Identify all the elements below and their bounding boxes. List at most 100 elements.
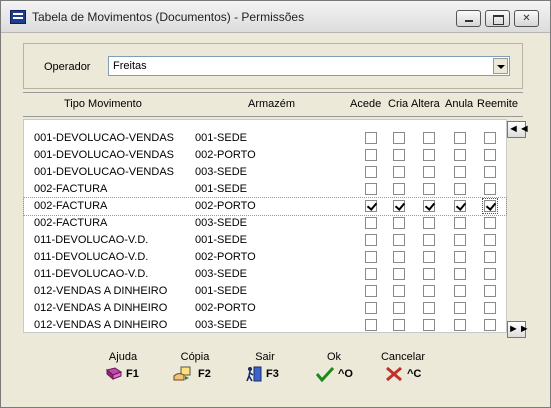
- checkbox-acede[interactable]: [365, 234, 377, 246]
- chevron-down-icon[interactable]: [493, 58, 508, 74]
- minimize-icon: [457, 11, 480, 26]
- checkbox-cria[interactable]: [393, 149, 405, 161]
- checkbox-anula[interactable]: [454, 149, 466, 161]
- permissions-window: Tabela de Movimentos (Documentos) - Perm…: [0, 0, 551, 408]
- checkmark-icon: [316, 366, 334, 382]
- checkbox-cria[interactable]: [393, 302, 405, 314]
- checkbox-cria[interactable]: [393, 251, 405, 263]
- copy-button[interactable]: Cópia F2: [163, 351, 227, 387]
- cell-armazem: 002-PORTO: [195, 251, 256, 263]
- checkbox-anula[interactable]: [454, 200, 466, 212]
- checkbox-acede[interactable]: [365, 200, 377, 212]
- checkbox-anula[interactable]: [454, 319, 466, 331]
- cell-armazem: 001-SEDE: [195, 132, 247, 144]
- checkbox-reemite[interactable]: [484, 234, 496, 246]
- scroll-down-button[interactable]: ►►: [507, 321, 530, 338]
- book-icon: [105, 367, 123, 381]
- checkbox-reemite[interactable]: [484, 166, 496, 178]
- ok-button[interactable]: Ok ^O: [302, 351, 366, 387]
- scroll-up-button[interactable]: ◄◄: [507, 121, 530, 138]
- checkbox-altera[interactable]: [423, 302, 435, 314]
- checkbox-cria[interactable]: [393, 234, 405, 246]
- checkbox-reemite[interactable]: [482, 198, 498, 214]
- checkbox-cria[interactable]: [393, 285, 405, 297]
- checkbox-acede[interactable]: [365, 285, 377, 297]
- table-row[interactable]: 001-DEVOLUCAO-VENDAS 002-PORTO: [24, 147, 506, 164]
- checkbox-altera[interactable]: [423, 132, 435, 144]
- checkbox-altera[interactable]: [423, 149, 435, 161]
- checkbox-altera[interactable]: [423, 234, 435, 246]
- checkbox-acede[interactable]: [365, 302, 377, 314]
- checkbox-anula[interactable]: [454, 268, 466, 280]
- checkbox-altera[interactable]: [423, 251, 435, 263]
- table-row[interactable]: 012-VENDAS A DINHEIRO 002-PORTO: [24, 300, 506, 317]
- checkbox-reemite[interactable]: [484, 285, 496, 297]
- checkbox-cria[interactable]: [393, 200, 405, 212]
- checkbox-cria[interactable]: [393, 268, 405, 280]
- checkbox-reemite[interactable]: [484, 132, 496, 144]
- checkbox-acede[interactable]: [365, 149, 377, 161]
- checkbox-acede[interactable]: [365, 319, 377, 331]
- checkbox-altera[interactable]: [423, 217, 435, 229]
- checkbox-altera[interactable]: [423, 166, 435, 178]
- checkbox-reemite[interactable]: [484, 149, 496, 161]
- checkbox-acede[interactable]: [365, 183, 377, 195]
- checkbox-cria[interactable]: [393, 319, 405, 331]
- checkbox-acede[interactable]: [365, 132, 377, 144]
- table-row[interactable]: 002-FACTURA 001-SEDE: [24, 181, 506, 198]
- checkbox-cria[interactable]: [393, 132, 405, 144]
- table-row[interactable]: 002-FACTURA 003-SEDE: [24, 215, 506, 232]
- operator-select[interactable]: Freitas: [108, 56, 510, 76]
- checkbox-cria[interactable]: [393, 166, 405, 178]
- checkbox-anula[interactable]: [454, 183, 466, 195]
- checkbox-cria[interactable]: [393, 217, 405, 229]
- help-button[interactable]: Ajuda F1: [91, 351, 155, 387]
- checkbox-altera[interactable]: [423, 183, 435, 195]
- checkbox-altera[interactable]: [423, 285, 435, 297]
- checkbox-reemite[interactable]: [484, 319, 496, 331]
- checkbox-anula[interactable]: [454, 234, 466, 246]
- checkbox-acede[interactable]: [365, 217, 377, 229]
- checkbox-altera[interactable]: [423, 268, 435, 280]
- checkbox-acede[interactable]: [365, 268, 377, 280]
- table-row[interactable]: 001-DEVOLUCAO-VENDAS 001-SEDE: [24, 130, 506, 147]
- table-row[interactable]: 012-VENDAS A DINHEIRO 001-SEDE: [24, 283, 506, 300]
- checkbox-anula[interactable]: [454, 217, 466, 229]
- cell-armazem: 001-SEDE: [195, 285, 247, 297]
- exit-label: Sair: [255, 351, 275, 363]
- checkbox-altera[interactable]: [423, 319, 435, 331]
- cancel-button[interactable]: Cancelar ^C: [371, 351, 435, 387]
- checkbox-anula[interactable]: [454, 132, 466, 144]
- cancel-shortcut: ^C: [407, 368, 422, 380]
- header-cria: Cria: [388, 98, 409, 110]
- checkbox-cria[interactable]: [393, 183, 405, 195]
- table-row[interactable]: 001-DEVOLUCAO-VENDAS 003-SEDE: [24, 164, 506, 181]
- checkbox-anula[interactable]: [454, 302, 466, 314]
- table-row[interactable]: 011-DEVOLUCAO-V.D. 001-SEDE: [24, 232, 506, 249]
- checkbox-reemite[interactable]: [484, 302, 496, 314]
- cell-tipo-movimento: 001-DEVOLUCAO-VENDAS: [34, 132, 174, 144]
- close-button[interactable]: ✕: [514, 10, 539, 27]
- checkbox-anula[interactable]: [454, 285, 466, 297]
- close-icon: ✕: [522, 13, 531, 24]
- maximize-button[interactable]: [485, 10, 510, 27]
- table-row[interactable]: 011-DEVOLUCAO-V.D. 002-PORTO: [24, 249, 506, 266]
- table-row[interactable]: 012-VENDAS A DINHEIRO 003-SEDE: [24, 317, 506, 334]
- cell-armazem: 001-SEDE: [195, 234, 247, 246]
- checkbox-altera[interactable]: [423, 200, 435, 212]
- cell-tipo-movimento: 002-FACTURA: [34, 217, 108, 229]
- checkbox-acede[interactable]: [365, 166, 377, 178]
- checkbox-reemite[interactable]: [484, 183, 496, 195]
- checkbox-anula[interactable]: [454, 166, 466, 178]
- checkbox-reemite[interactable]: [484, 251, 496, 263]
- checkbox-reemite[interactable]: [484, 217, 496, 229]
- minimize-button[interactable]: [456, 10, 481, 27]
- table-row[interactable]: 011-DEVOLUCAO-V.D. 003-SEDE: [24, 266, 506, 283]
- table-row[interactable]: 002-FACTURA 002-PORTO: [23, 197, 507, 216]
- cell-armazem: 002-PORTO: [195, 302, 256, 314]
- checkbox-reemite[interactable]: [484, 268, 496, 280]
- header-tipo-movimento: Tipo Movimento: [64, 98, 142, 110]
- checkbox-acede[interactable]: [365, 251, 377, 263]
- checkbox-anula[interactable]: [454, 251, 466, 263]
- exit-button[interactable]: Sair F3: [233, 351, 297, 387]
